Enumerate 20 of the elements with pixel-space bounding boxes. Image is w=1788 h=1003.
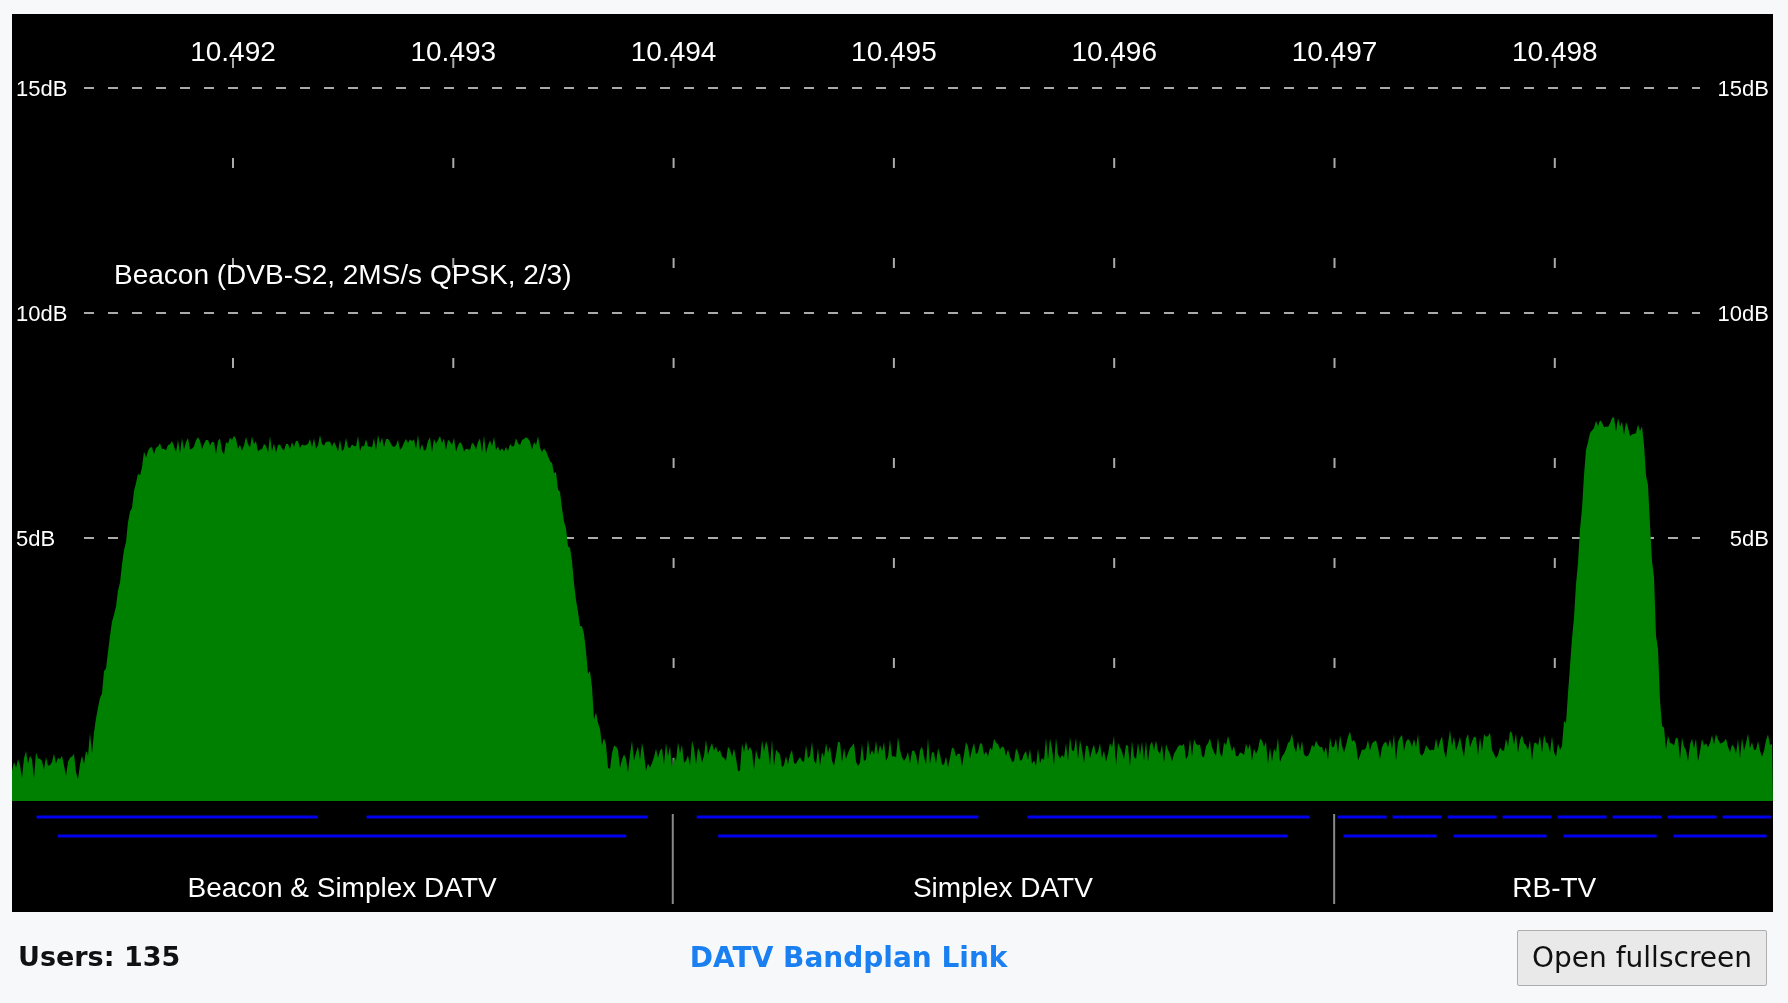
frequency-label: 10.492 [190,36,276,67]
open-fullscreen-button[interactable]: Open fullscreen [1517,929,1767,986]
frequency-label: 10.498 [1512,36,1598,67]
band-label: Simplex DATV [912,872,1093,903]
level-label: 15dB [16,76,68,101]
frequency-label: 10.493 [410,36,497,67]
frequency-label: 10.495 [851,36,937,67]
frequency-label: 10.497 [1291,36,1378,67]
annotation-text: Beacon (DVB-S2, 2MS/s QPSK, 2/3) [114,259,572,290]
level-label: 10dB [16,301,68,326]
users-count: Users: 135 [18,940,181,975]
band-label: Beacon & Simplex DATV [187,872,497,903]
level-label: 5dB [16,526,56,551]
level-label: 15dB [1717,76,1769,101]
level-label: 5dB [1729,526,1769,551]
bandplan-link[interactable]: DATV Bandplan Link [689,936,1008,979]
frequency-label: 10.494 [630,36,717,67]
level-label: 10dB [1717,301,1769,326]
frequency-label: 10.496 [1071,36,1157,67]
band-label: RB-TV [1512,872,1597,903]
